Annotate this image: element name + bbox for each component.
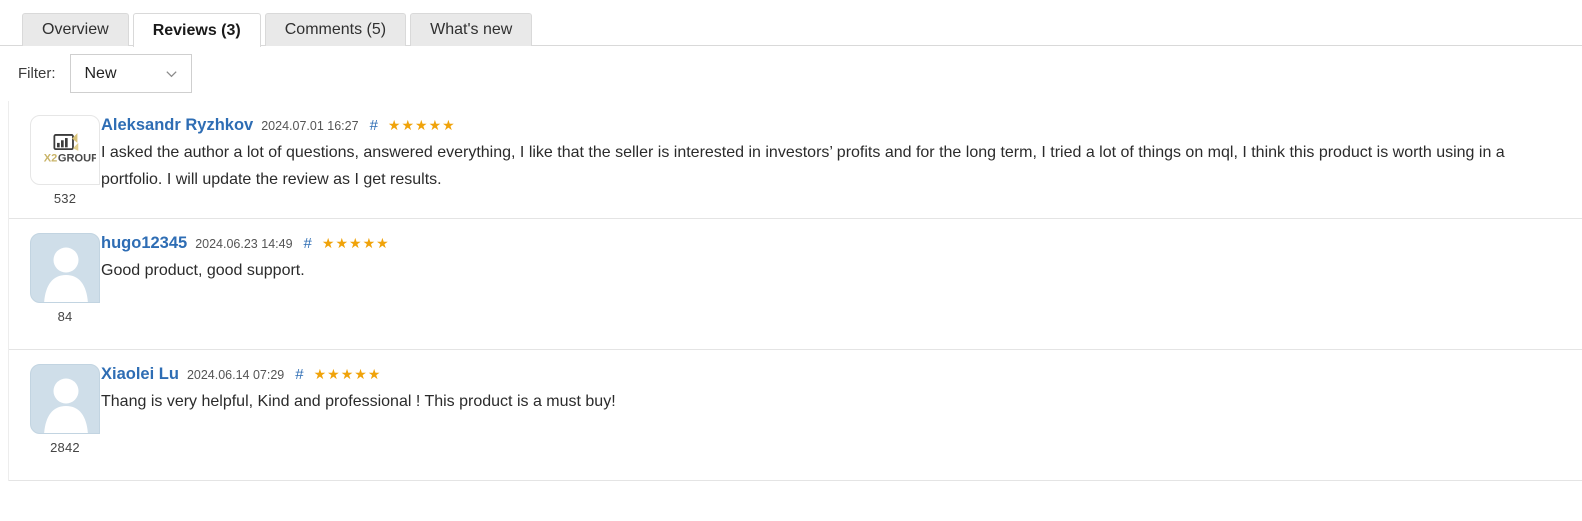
permalink-hash-icon[interactable]: # [304, 236, 312, 251]
x2group-logo-icon: X2 GROUP [44, 133, 96, 165]
svg-text:X2: X2 [44, 153, 58, 165]
avatar-column: 84 [9, 233, 101, 324]
filter-select[interactable]: New [69, 54, 192, 93]
tab-reviews[interactable]: Reviews (3) [132, 13, 261, 47]
chevron-down-icon [164, 66, 179, 81]
star-icon: ★ [442, 117, 455, 133]
star-icon: ★ [376, 235, 389, 251]
avatar[interactable] [30, 233, 100, 303]
star-icon: ★ [349, 235, 362, 251]
rating-stars: ★ ★ ★ ★ ★ [388, 118, 455, 132]
review-body: hugo12345 2024.06.23 14:49 # ★ ★ ★ ★ ★ G… [101, 233, 1582, 284]
star-icon: ★ [415, 117, 428, 133]
filter-label: Filter: [18, 65, 56, 82]
avatar-count: 84 [57, 309, 73, 324]
filter-select-value: New [84, 64, 117, 82]
avatar-count: 532 [53, 191, 77, 206]
review-date: 2024.07.01 16:27 [261, 119, 359, 133]
star-icon: ★ [387, 117, 401, 133]
review-body: Aleksandr Ryzhkov 2024.07.01 16:27 # ★ ★… [101, 115, 1582, 193]
star-icon: ★ [354, 366, 367, 382]
review-meta: Xiaolei Lu 2024.06.14 07:29 # ★ ★ ★ ★ ★ [101, 366, 1568, 383]
avatar-count: 2842 [50, 440, 80, 455]
review-date: 2024.06.23 14:49 [195, 237, 293, 251]
permalink-hash-icon[interactable]: # [295, 367, 303, 382]
star-icon: ★ [340, 366, 354, 382]
star-icon: ★ [335, 235, 348, 251]
star-icon: ★ [327, 366, 340, 382]
star-icon: ★ [428, 117, 442, 133]
review-list: X2 GROUP 532 Aleksandr Ryzhkov 2024.07.0… [8, 101, 1582, 481]
review-author[interactable]: Xiaolei Lu [101, 366, 179, 383]
star-icon: ★ [321, 235, 335, 251]
avatar-column: X2 GROUP 532 [9, 115, 101, 206]
star-icon: ★ [401, 117, 415, 133]
review-date: 2024.06.14 07:29 [186, 368, 285, 382]
review-text: Good product, good support. [101, 261, 305, 279]
rating-stars: ★ ★ ★ ★ ★ [322, 236, 389, 250]
review-author[interactable]: Aleksandr Ryzhkov [101, 117, 253, 134]
tab-overview[interactable]: Overview [22, 13, 129, 46]
star-icon: ★ [367, 366, 381, 382]
svg-text:GROUP: GROUP [58, 153, 96, 165]
star-icon: ★ [362, 235, 376, 251]
review-meta: hugo12345 2024.06.23 14:49 # ★ ★ ★ ★ ★ [101, 235, 1568, 252]
review-body: Xiaolei Lu 2024.06.14 07:29 # ★ ★ ★ ★ ★ … [101, 364, 1582, 415]
permalink-hash-icon[interactable]: # [370, 118, 378, 133]
avatar[interactable] [30, 364, 100, 434]
tab-bar: Overview Reviews (3) Comments (5) What's… [0, 0, 1582, 47]
rating-stars: ★ ★ ★ ★ ★ [314, 367, 381, 381]
filter-row: Filter: New [0, 46, 1582, 101]
review-meta: Aleksandr Ryzhkov 2024.07.01 16:27 # ★ ★… [101, 117, 1568, 134]
review-item: 2842 Xiaolei Lu 2024.06.14 07:29 # ★ ★ ★… [9, 350, 1582, 481]
review-author[interactable]: hugo12345 [101, 235, 187, 252]
star-icon: ★ [313, 366, 327, 382]
review-text: Thang is very helpful, Kind and professi… [101, 392, 616, 410]
avatar-column: 2842 [9, 364, 101, 455]
tab-comments[interactable]: Comments (5) [264, 13, 407, 46]
review-item: X2 GROUP 532 Aleksandr Ryzhkov 2024.07.0… [9, 101, 1582, 219]
review-text: I asked the author a lot of questions, a… [101, 143, 1505, 188]
tab-whats-new[interactable]: What's new [410, 13, 533, 46]
avatar[interactable]: X2 GROUP [30, 115, 100, 185]
user-silhouette-icon [44, 378, 88, 433]
review-item: 84 hugo12345 2024.06.23 14:49 # ★ ★ ★ ★ … [9, 219, 1582, 350]
user-silhouette-icon [44, 247, 88, 302]
